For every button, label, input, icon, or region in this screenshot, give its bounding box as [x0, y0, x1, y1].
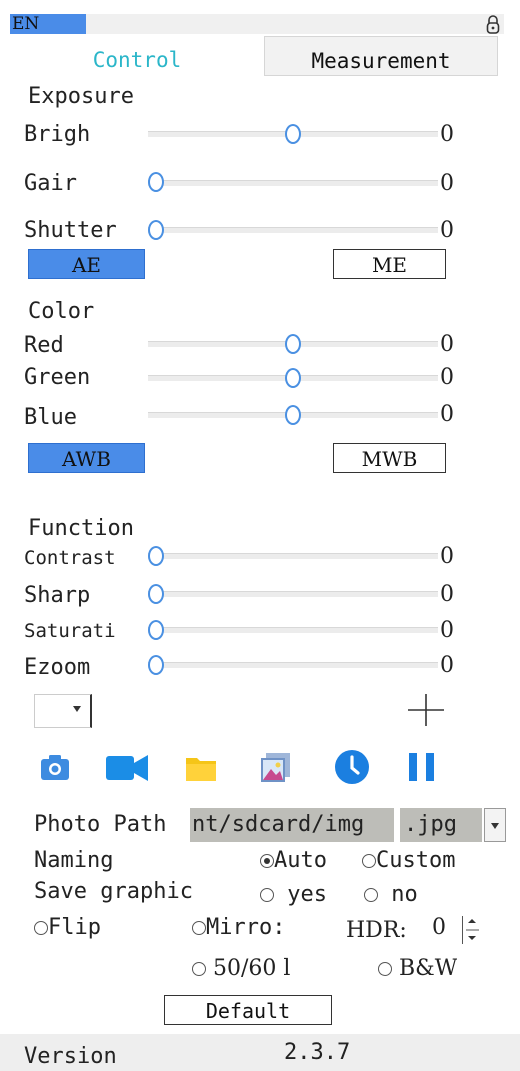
slider-label-saturation: Saturati [24, 620, 116, 642]
slider-value-red: 0 [440, 332, 454, 357]
mwb-button[interactable]: MWB [333, 443, 446, 473]
slider-track-shutter[interactable] [148, 227, 438, 233]
slider-knob-saturation[interactable] [148, 620, 164, 640]
default-button[interactable]: Default [164, 995, 332, 1025]
clock-icon[interactable] [334, 749, 370, 785]
frequency-option[interactable]: 50/60 l [192, 956, 342, 982]
folder-icon[interactable] [184, 752, 218, 786]
camera-icon[interactable] [38, 750, 72, 784]
slider-track-gain[interactable] [148, 180, 438, 186]
flip-option[interactable]: Flip [34, 915, 134, 941]
section-title-function: Function [28, 516, 134, 541]
slider-value-saturation: 0 [440, 618, 454, 643]
format-dropdown-button[interactable] [484, 808, 506, 842]
video-icon[interactable] [104, 750, 150, 784]
pause-icon[interactable] [406, 750, 440, 784]
mirror-label: Mirro: [206, 915, 286, 940]
slider-value-gain: 0 [440, 171, 454, 196]
naming-custom-option[interactable]: Custom [362, 848, 455, 874]
radio-auto[interactable] [260, 854, 274, 868]
photo-path-label: Photo Path [34, 812, 167, 837]
tab-measurement[interactable]: Measurement [264, 36, 498, 76]
photo-path-input[interactable]: nt/sdcard/img [190, 808, 394, 842]
slider-knob-sharp[interactable] [148, 584, 164, 604]
save-yes-label: yes [287, 882, 327, 907]
save-no-label: no [391, 882, 418, 907]
save-graphic-label: Save graphic [34, 879, 193, 904]
hdr-spinner[interactable] [462, 916, 481, 944]
slider-value-sharp: 0 [440, 582, 454, 607]
naming-auto-label: Auto [274, 848, 327, 873]
flip-label: Flip [48, 915, 101, 940]
language-button[interactable]: EN [10, 14, 86, 34]
save-yes-option[interactable]: yes [260, 882, 327, 908]
radio-yes[interactable] [260, 888, 274, 902]
gallery-icon[interactable] [258, 750, 292, 784]
slider-track-saturation[interactable] [148, 627, 438, 633]
slider-value-contrast: 0 [440, 544, 454, 569]
naming-custom-label: Custom [376, 848, 456, 873]
slider-knob-ezoom[interactable] [148, 655, 164, 675]
slider-value-shutter: 0 [440, 218, 454, 243]
hdr-label: HDR: [346, 918, 407, 943]
slider-track-sharp[interactable] [148, 591, 438, 597]
slider-label-brightness: Brigh [24, 122, 91, 147]
slider-label-contrast: Contrast [24, 547, 116, 569]
radio-flip[interactable] [34, 921, 48, 935]
naming-auto-option[interactable]: Auto [260, 848, 327, 874]
slider-value-blue: 0 [440, 402, 454, 427]
slider-label-ezoom: Ezoom [24, 655, 91, 680]
preset-dropdown[interactable] [34, 694, 92, 728]
slider-value-green: 0 [440, 365, 454, 390]
save-no-option[interactable]: no [364, 882, 418, 908]
mirror-option[interactable]: Mirro: [192, 915, 332, 941]
tab-control[interactable]: Control [10, 36, 264, 76]
frequency-label: 50/60 l [213, 956, 291, 981]
slider-knob-green[interactable] [285, 368, 301, 388]
slider-knob-contrast[interactable] [148, 546, 164, 566]
radio-no[interactable] [364, 888, 378, 902]
naming-label: Naming [34, 848, 114, 873]
bw-option[interactable]: B&W [378, 956, 457, 982]
version-label: Version [24, 1044, 117, 1069]
slider-label-shutter: Shutter [24, 218, 117, 243]
slider-knob-brightness[interactable] [285, 124, 301, 144]
bw-label: B&W [399, 956, 458, 981]
slider-knob-red[interactable] [285, 334, 301, 354]
hdr-value[interactable]: 0 [432, 915, 446, 941]
slider-knob-blue[interactable] [285, 405, 301, 425]
format-select[interactable]: .jpg [400, 808, 482, 842]
radio-bw[interactable] [378, 962, 392, 976]
slider-label-green: Green [24, 365, 91, 390]
radio-frequency[interactable] [192, 962, 206, 976]
slider-knob-gain[interactable] [148, 172, 164, 192]
section-title-exposure: Exposure [28, 84, 134, 109]
slider-track-ezoom[interactable] [148, 662, 438, 668]
section-title-color: Color [28, 299, 95, 324]
slider-label-red: Red [24, 333, 64, 358]
chevron-down-icon [73, 706, 81, 712]
me-button[interactable]: ME [333, 249, 446, 279]
add-icon[interactable] [404, 692, 448, 728]
slider-knob-shutter[interactable] [148, 220, 164, 240]
slider-label-gain: Gair [24, 171, 77, 196]
slider-label-sharp: Sharp [24, 583, 91, 608]
lock-icon[interactable] [484, 14, 502, 36]
chevron-down-icon [491, 823, 499, 829]
ae-button[interactable]: AE [28, 249, 145, 279]
slider-track-contrast[interactable] [148, 553, 438, 559]
version-value: 2.3.7 [284, 1040, 351, 1065]
slider-label-blue: Blue [24, 405, 77, 430]
radio-mirror[interactable] [192, 921, 206, 935]
slider-value-ezoom: 0 [440, 653, 454, 678]
radio-custom[interactable] [362, 854, 376, 868]
awb-button[interactable]: AWB [28, 443, 145, 473]
slider-value-brightness: 0 [440, 122, 454, 147]
